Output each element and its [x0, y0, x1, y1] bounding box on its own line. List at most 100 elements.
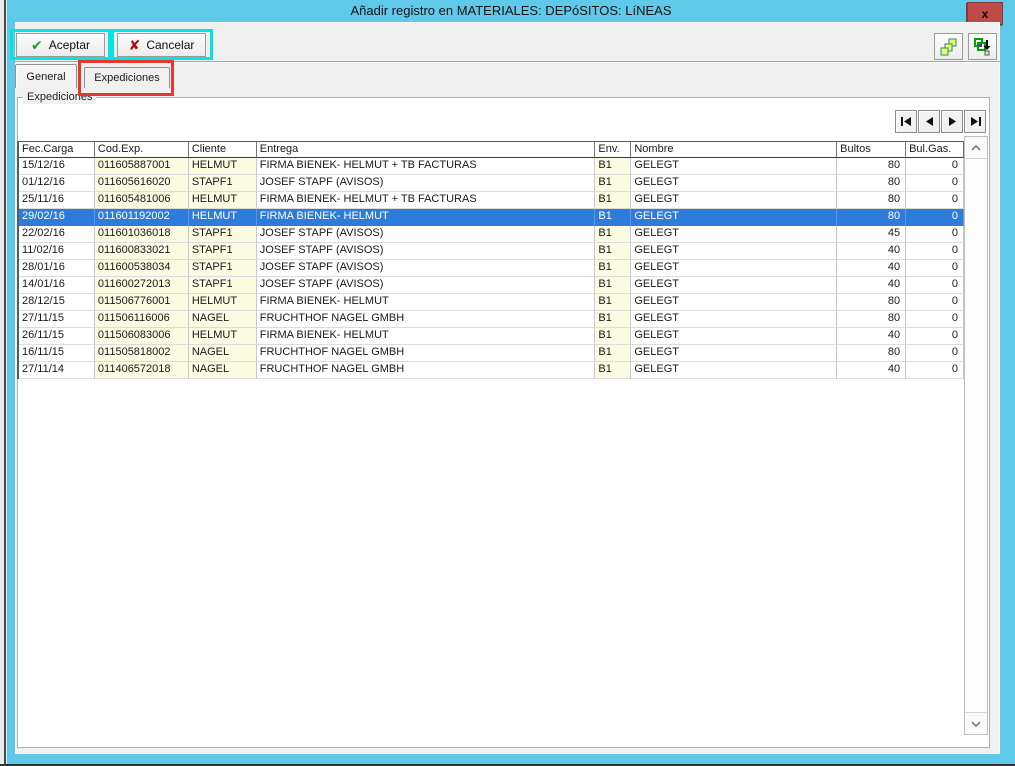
column-header-cod-exp[interactable]: Cod.Exp. [95, 142, 189, 158]
cell-env: B1 [595, 175, 631, 192]
column-header-bultos[interactable]: Bultos [837, 142, 906, 158]
cell-nombre: GELEGT [631, 260, 837, 277]
cell-cliente: STAPF1 [189, 175, 257, 192]
cell-fec-carga: 16/11/15 [19, 345, 95, 362]
table-body: 15/12/16011605887001HELMUTFIRMA BIENEK- … [19, 158, 964, 379]
cell-bultos: 40 [837, 362, 906, 379]
cell-bultos: 80 [837, 175, 906, 192]
column-header-cliente[interactable]: Cliente [189, 142, 257, 158]
accept-button[interactable]: ✔ Aceptar [16, 33, 105, 57]
cell-bul-gas: 0 [906, 192, 964, 209]
cell-cliente: HELMUT [189, 158, 257, 175]
cell-nombre: GELEGT [631, 328, 837, 345]
cell-env: B1 [595, 311, 631, 328]
nav-first-button[interactable] [895, 110, 917, 133]
cell-entrega: FRUCHTHOF NAGEL GMBH [257, 311, 596, 328]
chevron-up-icon [971, 145, 981, 151]
table-row[interactable]: 11/02/16011600833021STAPF1JOSEF STAPF (A… [19, 243, 964, 260]
cell-bul-gas: 0 [906, 243, 964, 260]
expediciones-groupbox-label: Expediciones [23, 91, 96, 104]
nav-prev-button[interactable] [918, 110, 940, 133]
cell-cliente: STAPF1 [189, 277, 257, 294]
table-row[interactable]: 14/01/16011600272013STAPF1JOSEF STAPF (A… [19, 277, 964, 294]
cell-cod-exp: 011605887001 [95, 158, 189, 175]
cell-entrega: JOSEF STAPF (AVISOS) [257, 260, 596, 277]
cell-entrega: JOSEF STAPF (AVISOS) [257, 243, 596, 260]
column-header-bul-gas[interactable]: Bul.Gas. [906, 142, 964, 158]
tab-expediciones-label: Expediciones [94, 72, 159, 84]
column-header-nombre[interactable]: Nombre [631, 142, 837, 158]
close-icon: x [982, 7, 989, 21]
cell-cod-exp: 011601192002 [95, 209, 189, 226]
table-row[interactable]: 28/12/15011506776001HELMUTFIRMA BIENEK- … [19, 294, 964, 311]
insert-records-button[interactable] [968, 33, 997, 60]
next-record-icon [947, 117, 958, 126]
table-row[interactable]: 16/11/15011505818002NAGELFRUCHTHOF NAGEL… [19, 345, 964, 362]
cell-bul-gas: 0 [906, 294, 964, 311]
cell-env: B1 [595, 345, 631, 362]
table-row[interactable]: 01/12/16011605616020STAPF1JOSEF STAPF (A… [19, 175, 964, 192]
cell-env: B1 [595, 328, 631, 345]
first-record-icon [901, 117, 912, 126]
nav-next-button[interactable] [941, 110, 963, 133]
cell-entrega: FIRMA BIENEK- HELMUT [257, 209, 596, 226]
cell-cliente: NAGEL [189, 345, 257, 362]
cell-bul-gas: 0 [906, 158, 964, 175]
prev-record-icon [924, 117, 935, 126]
toolbar-separator-highlight [15, 62, 1000, 63]
tab-expediciones[interactable]: Expediciones [84, 67, 170, 88]
cell-env: B1 [595, 362, 631, 379]
cell-bul-gas: 0 [906, 362, 964, 379]
cell-cod-exp: 011600538034 [95, 260, 189, 277]
table-row[interactable]: 22/02/16011601036018STAPF1JOSEF STAPF (A… [19, 226, 964, 243]
table-row[interactable]: 29/02/16011601192002HELMUTFIRMA BIENEK- … [19, 209, 964, 226]
cell-cliente: NAGEL [189, 362, 257, 379]
table-row[interactable]: 27/11/15011506116006NAGELFRUCHTHOF NAGEL… [19, 311, 964, 328]
column-header-env[interactable]: Env. [595, 142, 631, 158]
cancel-button[interactable]: ✘ Cancelar [117, 33, 206, 57]
cell-fec-carga: 26/11/15 [19, 328, 95, 345]
cell-fec-carga: 14/01/16 [19, 277, 95, 294]
cell-nombre: GELEGT [631, 226, 837, 243]
cell-bul-gas: 0 [906, 209, 964, 226]
cell-nombre: GELEGT [631, 243, 837, 260]
cell-bultos: 40 [837, 277, 906, 294]
cell-nombre: GELEGT [631, 158, 837, 175]
copy-records-button[interactable] [934, 33, 963, 60]
cell-entrega: FRUCHTHOF NAGEL GMBH [257, 345, 596, 362]
column-header-entrega[interactable]: Entrega [257, 142, 596, 158]
cell-cliente: HELMUT [189, 209, 257, 226]
cell-bultos: 80 [837, 294, 906, 311]
cell-bul-gas: 0 [906, 328, 964, 345]
tab-general[interactable]: General [15, 64, 77, 88]
table-row[interactable]: 27/11/14011406572018NAGELFRUCHTHOF NAGEL… [19, 362, 964, 379]
cell-entrega: JOSEF STAPF (AVISOS) [257, 226, 596, 243]
table-row[interactable]: 15/12/16011605887001HELMUTFIRMA BIENEK- … [19, 158, 964, 175]
scroll-down-button[interactable] [965, 712, 987, 734]
cell-bultos: 80 [837, 209, 906, 226]
cell-bultos: 80 [837, 345, 906, 362]
vertical-scrollbar[interactable] [964, 136, 988, 735]
table-row[interactable]: 25/11/16011605481006HELMUTFIRMA BIENEK- … [19, 192, 964, 209]
cell-cliente: STAPF1 [189, 226, 257, 243]
cell-bultos: 80 [837, 311, 906, 328]
cell-env: B1 [595, 209, 631, 226]
cell-bultos: 80 [837, 158, 906, 175]
cell-env: B1 [595, 192, 631, 209]
column-header-fec-carga[interactable]: Fec.Carga [19, 142, 95, 158]
cell-entrega: FIRMA BIENEK- HELMUT [257, 328, 596, 345]
dialog-title: Añadir registro en MATERIALES: DEPóSITOS… [7, 0, 1015, 22]
tab-general-label: General [26, 71, 65, 83]
cell-env: B1 [595, 277, 631, 294]
cancel-button-label: Cancelar [146, 38, 194, 52]
cell-cliente: HELMUT [189, 294, 257, 311]
table-row[interactable]: 26/11/15011506083006HELMUTFIRMA BIENEK- … [19, 328, 964, 345]
scroll-up-button[interactable] [965, 137, 987, 159]
table-row[interactable]: 28/01/16011600538034STAPF1JOSEF STAPF (A… [19, 260, 964, 277]
cell-cod-exp: 011600833021 [95, 243, 189, 260]
cell-entrega: JOSEF STAPF (AVISOS) [257, 175, 596, 192]
cell-entrega: FIRMA BIENEK- HELMUT + TB FACTURAS [257, 158, 596, 175]
cell-entrega: FIRMA BIENEK- HELMUT [257, 294, 596, 311]
cell-fec-carga: 27/11/15 [19, 311, 95, 328]
nav-last-button[interactable] [964, 110, 986, 133]
